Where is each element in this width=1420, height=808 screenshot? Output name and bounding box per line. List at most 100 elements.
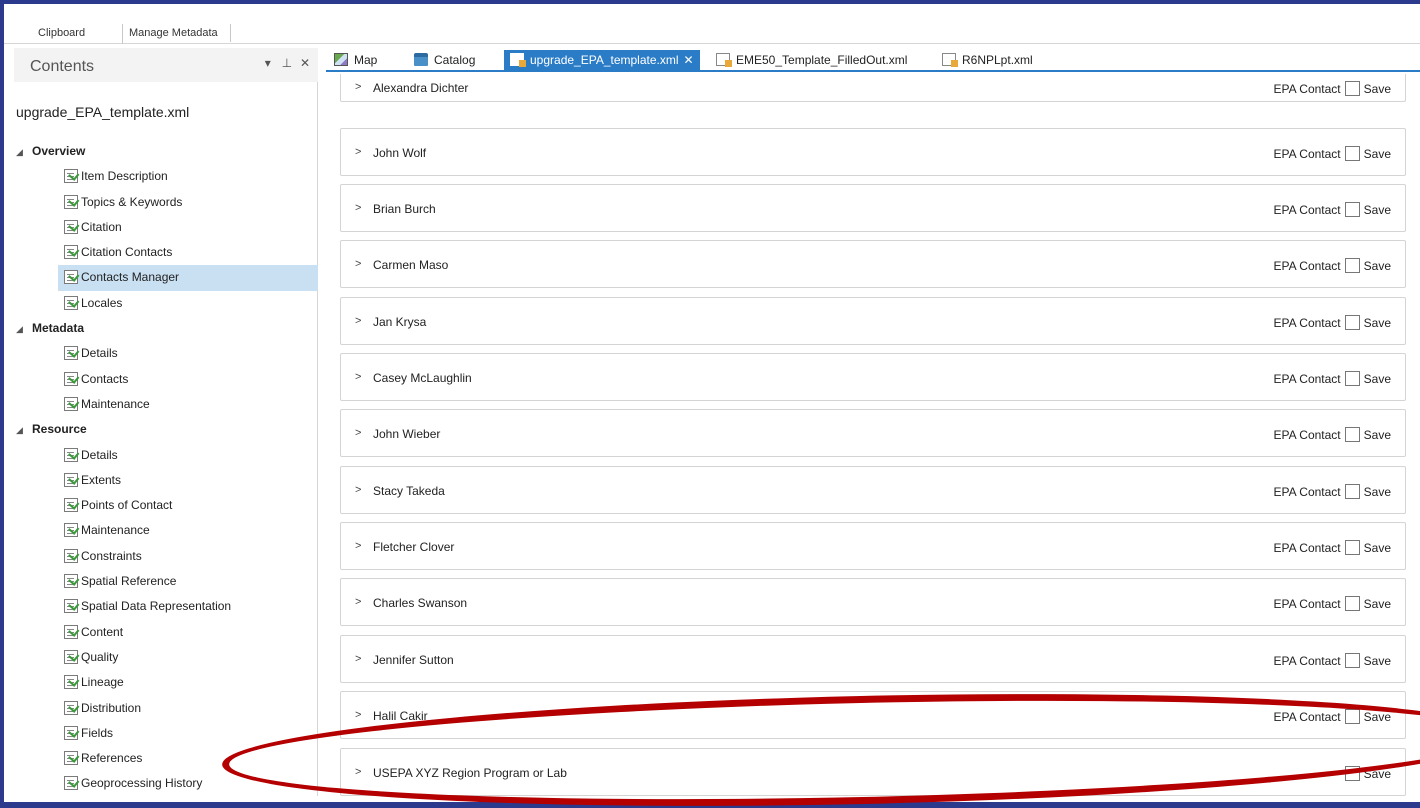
- contact-name: John Wieber: [373, 427, 441, 441]
- tree-item-references[interactable]: References: [14, 746, 318, 771]
- save-checkbox[interactable]: [1344, 653, 1360, 668]
- expand-chevron-icon[interactable]: >: [355, 315, 361, 327]
- tree-item-details[interactable]: Details: [14, 341, 318, 366]
- expand-chevron-icon[interactable]: >: [355, 709, 361, 721]
- metadata-page-icon: [64, 599, 78, 614]
- contact-card[interactable]: > Alexandra Dichter EPA Contact Save: [340, 74, 1406, 102]
- expand-chevron-icon[interactable]: >: [355, 258, 361, 270]
- contact-card[interactable]: > Jan Krysa EPA Contact Save: [340, 297, 1406, 345]
- ribbon-divider: [230, 24, 231, 42]
- contact-card[interactable]: > Stacy Takeda EPA Contact Save: [340, 466, 1406, 514]
- expand-chevron-icon[interactable]: >: [355, 202, 361, 214]
- tree-item-constraints[interactable]: Constraints: [14, 544, 318, 569]
- epa-contact-label: EPA Contact: [1273, 147, 1341, 161]
- tree-item-extents[interactable]: Extents: [14, 468, 318, 493]
- save-checkbox[interactable]: [1344, 146, 1360, 161]
- expand-chevron-icon[interactable]: >: [355, 596, 361, 608]
- tree-item-content[interactable]: Content: [14, 620, 318, 645]
- tree-item-locales[interactable]: Locales: [14, 291, 318, 316]
- save-checkbox[interactable]: [1344, 709, 1360, 724]
- tree-group-overview[interactable]: ◢ Overview: [14, 139, 318, 164]
- tree-item-spatial-data-representation[interactable]: Spatial Data Representation: [14, 594, 318, 619]
- tree-label: Constraints: [81, 548, 142, 563]
- save-label: Save: [1363, 82, 1391, 96]
- contact-card[interactable]: > USEPA XYZ Region Program or Lab Save: [340, 748, 1406, 796]
- tree-item-maintenance[interactable]: Maintenance: [14, 518, 318, 543]
- contact-actions: EPA Contact Save: [1273, 709, 1391, 724]
- xml-file-icon: [942, 53, 958, 67]
- tree-item-citation-contacts[interactable]: Citation Contacts: [14, 240, 318, 265]
- save-checkbox[interactable]: [1344, 315, 1360, 330]
- contact-card[interactable]: > John Wolf EPA Contact Save: [340, 128, 1406, 176]
- contact-card[interactable]: > Jennifer Sutton EPA Contact Save: [340, 635, 1406, 683]
- contact-actions: EPA Contact Save: [1273, 81, 1391, 96]
- tab-upgrade-epa-template[interactable]: upgrade_EPA_template.xml ✕: [504, 50, 700, 70]
- tree-label: Content: [81, 624, 124, 639]
- tab-map[interactable]: Map: [334, 50, 377, 70]
- save-checkbox[interactable]: [1344, 427, 1360, 442]
- tree-item-maintenance[interactable]: Maintenance: [14, 392, 318, 417]
- expand-chevron-icon[interactable]: >: [355, 540, 361, 552]
- tree-label: Topics & Keywords: [81, 194, 183, 209]
- tree-item-citation[interactable]: Citation: [14, 215, 318, 240]
- tree-item-points-of-contact[interactable]: Points of Contact: [14, 493, 318, 518]
- tree-item-geoprocessing-history[interactable]: Geoprocessing History: [14, 771, 318, 796]
- tree-item-contacts[interactable]: Contacts: [14, 367, 318, 392]
- contact-card[interactable]: > Carmen Maso EPA Contact Save: [340, 240, 1406, 288]
- expand-chevron-icon[interactable]: >: [355, 371, 361, 383]
- pane-menu-icon[interactable]: ▾: [263, 56, 275, 70]
- metadata-page-icon: [64, 649, 78, 664]
- tree-item-topics-keywords[interactable]: Topics & Keywords: [14, 190, 318, 215]
- tree-item-contacts-manager[interactable]: Contacts Manager: [58, 265, 318, 291]
- collapse-caret-icon[interactable]: ◢: [16, 317, 32, 342]
- contact-actions: EPA Contact Save: [1273, 146, 1391, 161]
- save-checkbox[interactable]: [1344, 540, 1360, 555]
- contact-name: Charles Swanson: [373, 596, 468, 610]
- tree-item-spatial-reference[interactable]: Spatial Reference: [14, 569, 318, 594]
- contact-card[interactable]: > Charles Swanson EPA Contact Save: [340, 578, 1406, 626]
- save-checkbox[interactable]: [1344, 81, 1360, 96]
- tree-item-item-description[interactable]: Item Description: [14, 164, 318, 189]
- expand-chevron-icon[interactable]: >: [355, 653, 361, 665]
- collapse-caret-icon[interactable]: ◢: [16, 140, 32, 165]
- expand-chevron-icon[interactable]: >: [355, 81, 361, 93]
- expand-chevron-icon[interactable]: >: [355, 484, 361, 496]
- pin-icon[interactable]: ⊥: [282, 56, 294, 70]
- expand-chevron-icon[interactable]: >: [355, 146, 361, 158]
- save-checkbox[interactable]: [1344, 766, 1360, 781]
- close-pane-icon[interactable]: ✕: [300, 56, 312, 70]
- tab-r6nplpt[interactable]: R6NPLpt.xml: [942, 50, 1033, 70]
- tree-item-details[interactable]: Details: [14, 443, 318, 468]
- save-checkbox[interactable]: [1344, 258, 1360, 273]
- tree-item-quality[interactable]: Quality: [14, 645, 318, 670]
- collapse-caret-icon[interactable]: ◢: [16, 418, 32, 443]
- tree-item-fields[interactable]: Fields: [14, 721, 318, 746]
- contact-name: Stacy Takeda: [373, 484, 445, 498]
- save-checkbox[interactable]: [1344, 371, 1360, 386]
- ribbon-group-clipboard: Clipboard: [38, 27, 86, 39]
- save-checkbox[interactable]: [1344, 202, 1360, 217]
- close-tab-icon[interactable]: ✕: [684, 53, 694, 67]
- contact-card[interactable]: > Fletcher Clover EPA Contact Save: [340, 522, 1406, 570]
- contact-actions: EPA Contact Save: [1273, 202, 1391, 217]
- contact-card[interactable]: > Casey McLaughlin EPA Contact Save: [340, 353, 1406, 401]
- tree-item-distribution[interactable]: Distribution: [14, 696, 318, 721]
- tree-item-lineage[interactable]: Lineage: [14, 670, 318, 695]
- tab-catalog[interactable]: Catalog: [414, 50, 475, 70]
- save-checkbox[interactable]: [1344, 596, 1360, 611]
- expand-chevron-icon[interactable]: >: [355, 427, 361, 439]
- save-label: Save: [1363, 372, 1391, 386]
- tab-eme50-template[interactable]: EME50_Template_FilledOut.xml: [716, 50, 907, 70]
- contacts-manager-panel: > Alexandra Dichter EPA Contact Save > John W…: [326, 74, 1420, 796]
- contact-card[interactable]: > Halil Cakir EPA Contact Save: [340, 691, 1406, 739]
- contact-card[interactable]: > John Wieber EPA Contact Save: [340, 409, 1406, 457]
- contact-actions: EPA Contact Save: [1273, 427, 1391, 442]
- save-checkbox[interactable]: [1344, 484, 1360, 499]
- save-label: Save: [1363, 428, 1391, 442]
- tree-group-metadata[interactable]: ◢ Metadata: [14, 316, 318, 341]
- metadata-page-icon: [64, 169, 78, 184]
- tree-group-resource[interactable]: ◢ Resource: [14, 417, 318, 442]
- save-label: Save: [1363, 259, 1391, 273]
- expand-chevron-icon[interactable]: >: [355, 766, 361, 778]
- contact-card[interactable]: > Brian Burch EPA Contact Save: [340, 184, 1406, 232]
